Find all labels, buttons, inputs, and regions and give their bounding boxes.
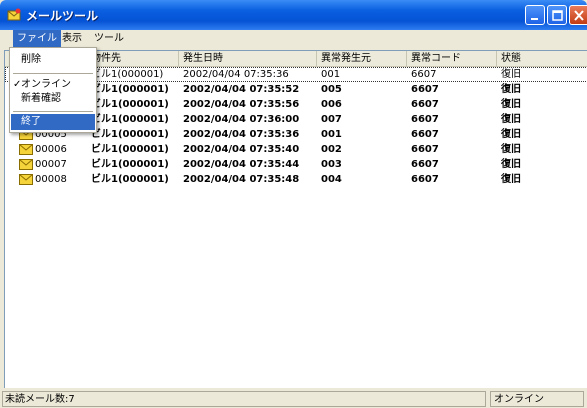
menu-bar: ファイル 表示 ツール [0,30,587,48]
menu-item-exit-label: 終了 [21,116,41,127]
menu-separator [13,73,93,74]
maximize-button[interactable] [547,5,567,25]
unread-count: 未読メール数:7 [2,391,486,407]
cell-status: 復旧 [501,129,521,140]
cell-source: 004 [321,174,342,185]
cell-datetime: 2002/04/04 07:35:36 [183,69,289,80]
cell-property: ビル1(000001) [91,144,169,155]
window-title: メールツール [26,9,99,23]
cell-status: 復旧 [501,69,521,80]
cell-code: 6607 [411,174,439,185]
cell-datetime: 2002/04/04 07:35:56 [183,99,300,110]
cell-code: 6607 [411,69,437,80]
minimize-button[interactable] [525,5,545,25]
column-header-datetime[interactable]: 発生日時 [179,51,317,66]
app-icon [7,8,21,21]
column-header-source[interactable]: 異常発生元 [317,51,407,66]
cell-datetime: 2002/04/04 07:35:40 [183,144,300,155]
close-button[interactable] [569,5,587,25]
cell-id: 00008 [35,174,67,185]
column-header-code[interactable]: 異常コード [407,51,497,66]
menu-item-check-new-label: 新着確認 [21,93,61,104]
envelope-icon [19,174,33,185]
envelope-icon [19,159,33,170]
menu-separator [13,111,93,112]
envelope-icon [19,144,33,155]
cell-code: 6607 [411,84,439,95]
cell-source: 001 [321,69,341,80]
menu-item-check-new[interactable]: 新着確認 [11,91,95,107]
title-bar[interactable]: メールツール [0,0,587,30]
connection-status: オンライン [490,391,584,407]
menu-item-exit[interactable]: 終了 [11,114,95,130]
column-header-property[interactable]: 物件先 [87,51,179,66]
cell-source: 002 [321,144,342,155]
menu-item-delete-label: 削除 [21,54,41,65]
cell-datetime: 2002/04/04 07:35:48 [183,174,300,185]
menu-item-delete[interactable]: 削除 [11,52,95,68]
cell-code: 6607 [411,159,439,170]
cell-source: 006 [321,99,342,110]
cell-status: 復旧 [501,144,521,155]
cell-property: ビル1(000001) [91,174,169,185]
cell-property: ビル1(000001) [91,84,169,95]
cell-datetime: 2002/04/04 07:35:44 [183,159,300,170]
cell-status: 復旧 [501,174,521,185]
cell-property: ビル1(000001) [91,129,169,140]
cell-source: 001 [321,129,342,140]
cell-property: ビル1(000001) [91,99,169,110]
cell-id: 00006 [35,144,67,155]
close-icon [574,10,584,21]
cell-datetime: 2002/04/04 07:35:52 [183,84,300,95]
cell-status: 復旧 [501,159,521,170]
cell-source: 005 [321,84,342,95]
cell-code: 6607 [411,99,439,110]
maximize-icon [552,10,563,21]
column-header-status[interactable]: 状態 [497,51,587,66]
cell-source: 003 [321,159,342,170]
cell-status: 復旧 [501,99,521,110]
cell-code: 6607 [411,144,439,155]
file-menu-dropdown: 削除 ✓ オンライン 新着確認 終了 [9,47,97,133]
menu-view[interactable]: 表示 [58,30,86,48]
cell-code: 6607 [411,114,439,125]
cell-datetime: 2002/04/04 07:36:00 [183,114,300,125]
cell-property: ビル1(000001) [91,69,164,80]
status-bar: 未読メール数:7 オンライン [0,390,587,408]
cell-status: 復旧 [501,84,521,95]
cell-property: ビル1(000001) [91,159,169,170]
cell-datetime: 2002/04/04 07:35:36 [183,129,300,140]
cell-source: 007 [321,114,342,125]
menu-tools[interactable]: ツール [90,30,128,48]
table-row[interactable]: 00008 ビル1(000001) 2002/04/04 07:35:48 004 66… [5,172,587,187]
cell-property: ビル1(000001) [91,114,169,125]
table-row[interactable]: 00007 ビル1(000001) 2002/04/04 07:35:44 003 66… [5,157,587,172]
minimize-icon [531,18,538,20]
cell-status: 復旧 [501,114,521,125]
cell-id: 00007 [35,159,67,170]
menu-file[interactable]: ファイル [13,30,61,48]
cell-code: 6607 [411,129,439,140]
table-row[interactable]: 00006 ビル1(000001) 2002/04/04 07:35:40 002 66… [5,142,587,157]
app-window: メールツール ファイル 表示 ツール 物件先 発生日時 異常発生元 異常コード … [0,0,587,408]
